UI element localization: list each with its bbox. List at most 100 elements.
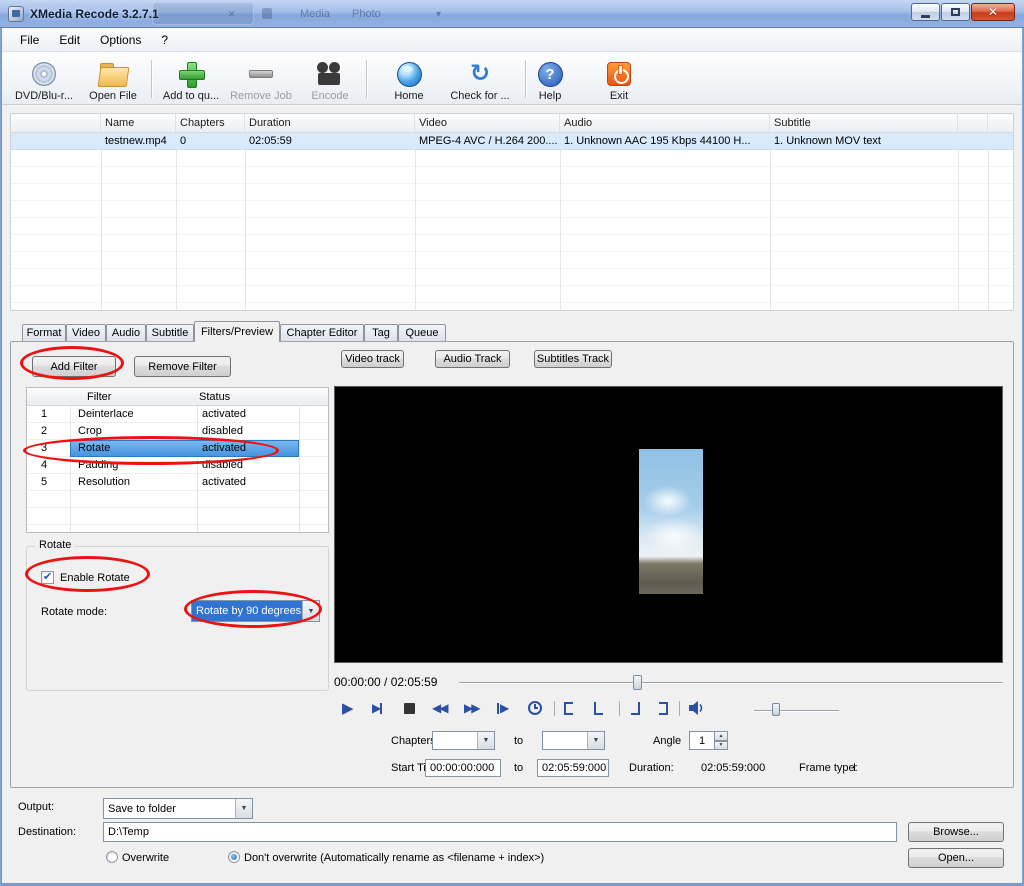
menu-options[interactable]: Options: [90, 30, 151, 50]
controls-separator: [619, 701, 620, 716]
toolbar-exit-button[interactable]: Exit: [596, 56, 642, 102]
menu-file[interactable]: File: [10, 30, 49, 50]
row-index: 4: [41, 459, 48, 471]
toolbar-home-button[interactable]: Home: [384, 56, 434, 102]
filter-row-deinterlace[interactable]: 1 Deinterlace activated: [27, 406, 328, 423]
volume-slider[interactable]: [754, 710, 839, 712]
dont-overwrite-radio[interactable]: [228, 851, 240, 863]
video-preview-area: [334, 386, 1003, 663]
play-button[interactable]: ▶: [342, 699, 354, 717]
grid-line: [101, 133, 102, 310]
filter-status: disabled: [202, 459, 243, 471]
volume-slider-thumb[interactable]: [772, 703, 780, 716]
ghost-chip: [262, 8, 272, 19]
menu-help[interactable]: ?: [151, 30, 178, 50]
audio-track-button[interactable]: Audio Track: [435, 350, 510, 368]
volume-button[interactable]: [689, 699, 705, 717]
fast-forward-button[interactable]: ▶▶: [464, 699, 481, 717]
goto-start-marker-button[interactable]: [594, 699, 603, 717]
seek-slider-thumb[interactable]: [633, 675, 642, 690]
column-header-video[interactable]: Video: [415, 114, 560, 132]
status-column-header[interactable]: Status: [199, 391, 230, 403]
output-mode-select[interactable]: Save to folder: [103, 798, 253, 819]
rotate-mode-select[interactable]: Rotate by 90 degrees: [191, 600, 320, 622]
start-time-input[interactable]: 00:00:00:000: [425, 759, 501, 777]
spin-up-icon[interactable]: [715, 731, 728, 741]
filter-row-resolution[interactable]: 5 Resolution activated: [27, 474, 328, 491]
output-mode-value: Save to folder: [108, 802, 176, 815]
overwrite-radio[interactable]: [106, 851, 118, 863]
close-icon: [988, 5, 998, 19]
enable-rotate-checkbox[interactable]: [41, 570, 54, 584]
filter-table-header: Filter Status: [27, 388, 328, 406]
toolbar-remove-job-button[interactable]: Remove Job: [228, 56, 294, 102]
angle-spinner[interactable]: 1: [689, 731, 728, 750]
job-row[interactable]: testnew.mp4 0 02:05:59 MPEG-4 AVC / H.26…: [11, 133, 1013, 150]
tab-filters-preview[interactable]: Filters/Preview: [194, 321, 280, 342]
tab-format[interactable]: Format: [22, 324, 66, 341]
clock-button[interactable]: [528, 699, 542, 717]
column-header-chapters[interactable]: Chapters: [176, 114, 245, 132]
maximize-button[interactable]: [941, 3, 970, 21]
globe-icon: [396, 60, 422, 88]
remove-filter-button[interactable]: Remove Filter: [134, 356, 231, 377]
ghost-text: Media: [300, 8, 330, 20]
tab-tag[interactable]: Tag: [364, 324, 398, 341]
spin-down-icon[interactable]: [715, 740, 728, 750]
filter-row-padding[interactable]: 4 Padding disabled: [27, 457, 328, 474]
frame-step-button[interactable]: ▶: [496, 699, 509, 717]
grid-line: [415, 133, 416, 310]
chapter-end-select[interactable]: [542, 731, 605, 750]
browse-button[interactable]: Browse...: [908, 822, 1004, 842]
column-header-blank[interactable]: [11, 114, 101, 132]
mark-out-button[interactable]: [659, 699, 668, 717]
tab-audio[interactable]: Audio: [106, 324, 146, 341]
ghost-close-icon: [228, 8, 236, 20]
column-header-subtitle[interactable]: Subtitle: [770, 114, 958, 132]
menu-edit[interactable]: Edit: [49, 30, 90, 50]
rotate-mode-value: Rotate by 90 degrees: [192, 601, 302, 621]
minimize-button[interactable]: [911, 3, 940, 21]
destination-input[interactable]: D:\Temp: [103, 822, 897, 842]
video-track-button[interactable]: Video track: [341, 350, 404, 368]
filters-preview-panel: Add Filter Remove Filter Filter Status 1…: [10, 341, 1014, 788]
chevron-down-icon[interactable]: [587, 732, 604, 749]
column-header-audio[interactable]: Audio: [560, 114, 770, 132]
stop-button[interactable]: [404, 699, 415, 717]
tab-chapter-editor[interactable]: Chapter Editor: [280, 324, 364, 341]
end-time-input[interactable]: 02:05:59:000: [537, 759, 609, 777]
column-header-name[interactable]: Name: [101, 114, 176, 132]
toolbar-open-file-button[interactable]: Open File: [84, 56, 142, 102]
toolbar-help-button[interactable]: Help: [529, 56, 571, 102]
close-button[interactable]: [971, 3, 1015, 21]
start-time-to-label: to: [514, 762, 524, 774]
subtitles-track-button[interactable]: Subtitles Track: [534, 350, 612, 368]
tab-subtitle[interactable]: Subtitle: [146, 324, 194, 341]
next-frame-button[interactable]: ▶: [372, 699, 383, 717]
tab-video[interactable]: Video: [66, 324, 106, 341]
toolbar-add-to-queue-button[interactable]: Add to qu...: [158, 56, 224, 102]
chevron-down-icon[interactable]: [235, 799, 252, 818]
toolbar-separator: [525, 60, 526, 98]
toolbar-dvd-button[interactable]: DVD/Blu-r...: [10, 56, 78, 102]
chapter-start-select[interactable]: [432, 731, 495, 750]
column-header-duration[interactable]: Duration: [245, 114, 415, 132]
mark-in-button[interactable]: [564, 699, 573, 717]
tab-queue[interactable]: Queue: [398, 324, 446, 341]
add-filter-button[interactable]: Add Filter: [32, 356, 116, 377]
chevron-down-icon[interactable]: [477, 732, 494, 749]
filter-row-rotate[interactable]: 3 Rotate activated: [27, 440, 328, 457]
chapters-to-label: to: [514, 735, 524, 747]
chevron-down-icon[interactable]: [302, 601, 319, 621]
rewind-button[interactable]: ◀◀: [432, 699, 449, 717]
filter-row-crop[interactable]: 2 Crop disabled: [27, 423, 328, 440]
seek-slider[interactable]: [459, 682, 1003, 684]
filter-column-header[interactable]: Filter: [87, 391, 111, 403]
toolbar-check-updates-button[interactable]: Check for ...: [441, 56, 519, 102]
open-button[interactable]: Open...: [908, 848, 1004, 868]
toolbar-encode-button[interactable]: Encode: [302, 56, 358, 102]
angle-value[interactable]: 1: [689, 731, 715, 750]
filter-name: Resolution: [78, 476, 130, 488]
goto-end-marker-button[interactable]: [631, 699, 640, 717]
toolbar: DVD/Blu-r... Open File Add to qu... Remo…: [2, 52, 1022, 105]
